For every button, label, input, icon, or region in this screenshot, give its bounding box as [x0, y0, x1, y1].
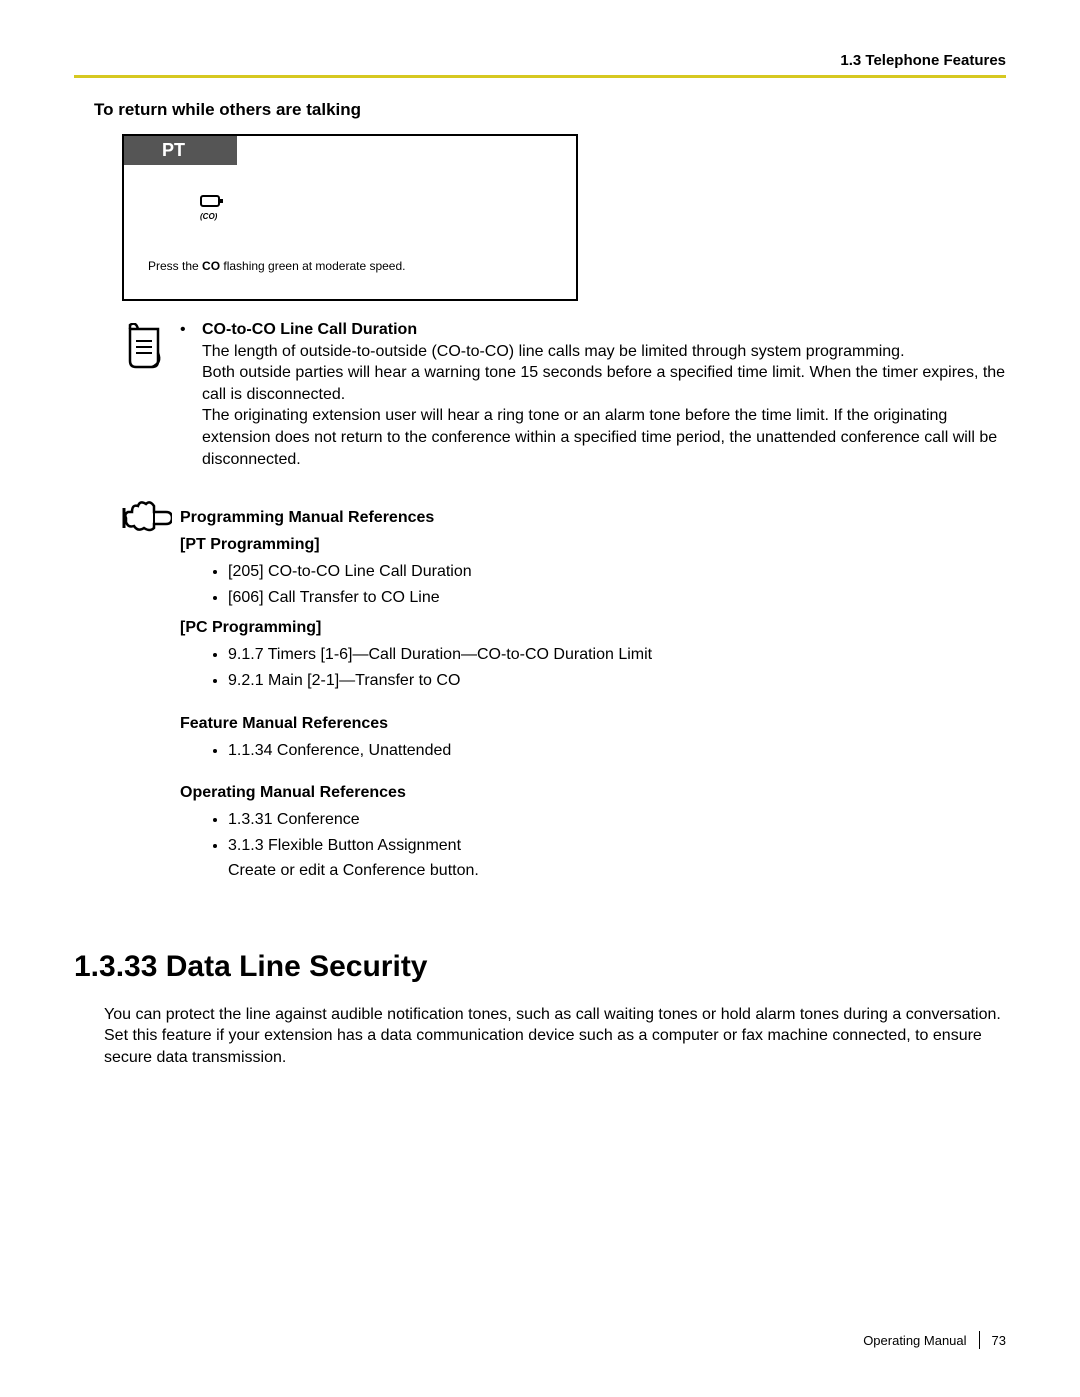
note-block: • CO-to-CO Line Call Duration The length…: [122, 319, 1006, 470]
pt-box: PT (CO) Press the CO flashing green at m…: [122, 134, 578, 301]
op-tail: Create or edit a Conference button.: [228, 862, 479, 879]
footer-manual-name: Operating Manual: [863, 1333, 966, 1348]
pt-programming-heading: [PT Programming]: [180, 533, 652, 558]
note-line3: The originating extension user will hear…: [202, 407, 997, 467]
feature-manual-list: 1.1.34 Conference, Unattended: [180, 739, 652, 764]
list-item: [205] CO-to-CO Line Call Duration: [228, 560, 652, 585]
pc-programming-heading: [PC Programming]: [180, 616, 652, 641]
header-breadcrumb: 1.3 Telephone Features: [74, 52, 1006, 69]
list-item: 3.1.3 Flexible Button Assignment Create …: [228, 834, 652, 884]
footer-divider: [979, 1331, 980, 1349]
co-button-graphic: (CO): [200, 195, 552, 222]
page: 1.3 Telephone Features To return while o…: [0, 0, 1080, 1397]
footer-page-number: 73: [992, 1333, 1006, 1348]
pt-caption-bold: CO: [202, 259, 220, 273]
references-content: Programming Manual References [PT Progra…: [180, 498, 652, 889]
note-content: • CO-to-CO Line Call Duration The length…: [180, 319, 1006, 470]
operating-manual-list: 1.3.31 Conference 3.1.3 Flexible Button …: [180, 808, 652, 883]
list-item: 9.2.1 Main [2-1]—Transfer to CO: [228, 669, 652, 694]
subheading: To return while others are talking: [94, 100, 1006, 120]
pc-programming-list: 9.1.7 Timers [1-6]—Call Duration—CO-to-C…: [180, 643, 652, 694]
section-heading: 1.3.33 Data Line Security: [74, 950, 1006, 984]
note-icon: [122, 319, 180, 380]
co-label: (CO): [200, 211, 552, 222]
pt-caption: Press the CO flashing green at moderate …: [148, 258, 552, 275]
list-item: 1.3.31 Conference: [228, 808, 652, 833]
list-item: 1.1.34 Conference, Unattended: [228, 739, 652, 764]
note-bullet-title: CO-to-CO Line Call Duration: [202, 321, 417, 338]
operating-manual-heading: Operating Manual References: [180, 781, 652, 806]
co-button-icon: [200, 195, 224, 209]
pt-programming-list: [205] CO-to-CO Line Call Duration [606] …: [180, 560, 652, 611]
pt-box-body: (CO) Press the CO flashing green at mode…: [124, 165, 576, 299]
bullet-dot: •: [180, 319, 202, 470]
prog-manual-heading: Programming Manual References: [180, 506, 652, 531]
list-item: [606] Call Transfer to CO Line: [228, 586, 652, 611]
pt-caption-suffix: flashing green at moderate speed.: [220, 259, 405, 273]
list-item: 9.1.7 Timers [1-6]—Call Duration—CO-to-C…: [228, 643, 652, 668]
pt-caption-prefix: Press the: [148, 259, 202, 273]
pt-tab-label: PT: [124, 136, 237, 165]
references-block: Programming Manual References [PT Progra…: [122, 498, 1006, 889]
header-rule: [74, 75, 1006, 78]
note-line1: The length of outside-to-outside (CO-to-…: [202, 343, 905, 360]
hand-pointer-icon: [122, 498, 180, 537]
page-footer: Operating Manual 73: [863, 1331, 1006, 1349]
feature-manual-heading: Feature Manual References: [180, 712, 652, 737]
section-body: You can protect the line against audible…: [104, 1004, 1006, 1069]
note-line2: Both outside parties will hear a warning…: [202, 364, 1005, 403]
